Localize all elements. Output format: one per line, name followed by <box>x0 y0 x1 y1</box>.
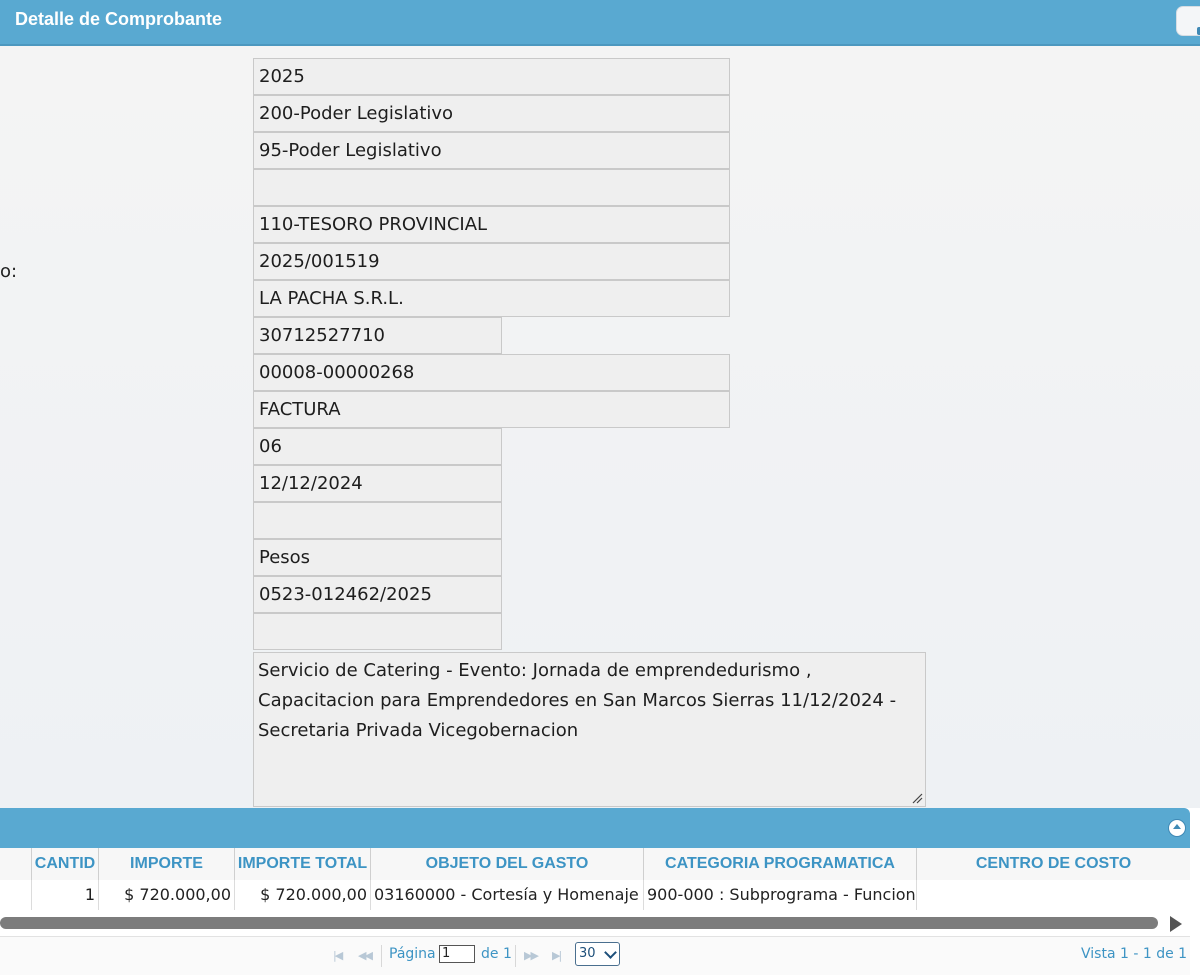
cell-objeto-gasto: 03160000 - Cortesía y Homenaje <box>371 880 644 910</box>
field-comprobante-nro[interactable]: 00008-00000268 <box>253 354 730 391</box>
page-label: Página <box>389 946 436 962</box>
cell-importe: $ 720.000,00 <box>99 880 235 910</box>
description-line-2: Capacitacion para Emprendedores en San M… <box>258 690 897 711</box>
column-header-objeto-gasto[interactable]: OBJETO DEL GASTO <box>371 848 644 880</box>
cell-categoria: 900-000 : Subprograma - Funciona <box>644 880 917 910</box>
field-codigo[interactable]: 06 <box>253 428 502 465</box>
window-control-button[interactable] <box>1176 6 1200 36</box>
description-line-1: Servicio de Catering - Evento: Jornada d… <box>258 660 812 681</box>
horizontal-scrollbar[interactable] <box>0 910 1190 936</box>
description-textarea[interactable]: Servicio de Catering - Evento: Jornada d… <box>253 652 926 807</box>
column-header-importe-total[interactable]: IMPORTE TOTAL <box>235 848 371 880</box>
column-header-importe[interactable]: IMPORTE <box>99 848 235 880</box>
view-records-text: Vista 1 - 1 de 1 <box>1081 946 1188 962</box>
field-label-partial: o: <box>0 261 18 282</box>
field-ejercicio[interactable]: 2025 <box>253 58 730 95</box>
field-empty-3[interactable] <box>253 613 502 650</box>
column-header-categoria[interactable]: CATEGORIA PROGRAMATICA <box>644 848 917 880</box>
field-servicio[interactable]: 95-Poder Legislativo <box>253 132 730 169</box>
description-line-3: Secretaria Privada Vicegobernacion <box>258 720 579 741</box>
cell-centro-costo <box>917 880 1190 910</box>
table-row[interactable]: 1 $ 720.000,00 $ 720.000,00 03160000 - C… <box>0 880 1190 911</box>
window-title: Detalle de Comprobante <box>15 9 223 29</box>
chevron-down-icon <box>604 946 617 959</box>
field-cuit[interactable]: 30712527710 <box>253 317 502 354</box>
field-tesoro[interactable]: 110-TESORO PROVINCIAL <box>253 206 730 243</box>
cell-cantidad: 1 <box>32 880 99 910</box>
scrollbar-thumb[interactable] <box>0 917 1158 929</box>
grid-caption-bar <box>0 808 1190 848</box>
last-page-icon[interactable]: ▶| <box>552 949 562 962</box>
column-header-centro-costo[interactable]: CENTRO DE COSTO <box>917 848 1190 880</box>
window-titlebar: Detalle de Comprobante <box>0 0 1200 46</box>
column-header-blank[interactable] <box>0 848 32 880</box>
first-page-icon[interactable]: |◀ <box>333 949 343 962</box>
field-expediente[interactable]: 0523-012462/2025 <box>253 576 502 613</box>
rows-per-page-select[interactable]: 30 <box>575 942 620 966</box>
rows-per-page-value: 30 <box>579 946 596 961</box>
column-header-cantidad[interactable]: CANTID <box>32 848 99 880</box>
cell-blank <box>0 880 32 910</box>
field-proveedor[interactable]: LA PACHA S.R.L. <box>253 280 730 317</box>
pager-divider <box>381 945 382 967</box>
field-tipo-comprobante[interactable]: FACTURA <box>253 391 730 428</box>
field-jurisdiccion[interactable]: 200-Poder Legislativo <box>253 95 730 132</box>
cell-importe-total: $ 720.000,00 <box>235 880 371 910</box>
page-count-label: de 1 <box>481 946 512 962</box>
grid-column-headers: CANTID IMPORTE IMPORTE TOTAL OBJETO DEL … <box>0 848 1190 881</box>
collapse-grid-icon[interactable] <box>1168 819 1186 837</box>
resize-grip-icon[interactable] <box>911 792 923 804</box>
page-number-input[interactable]: 1 <box>439 945 475 963</box>
field-moneda[interactable]: Pesos <box>253 539 502 576</box>
field-empty-1[interactable] <box>253 169 730 206</box>
field-fecha[interactable]: 12/12/2024 <box>253 465 502 502</box>
scroll-right-icon[interactable] <box>1170 916 1182 932</box>
field-empty-2[interactable] <box>253 502 502 539</box>
pager-divider <box>515 945 516 967</box>
grid-pager: |◀ ◀◀ Página 1 de 1 ▶▶ ▶| 30 Vista 1 - 1… <box>0 936 1190 975</box>
prev-page-icon[interactable]: ◀◀ <box>358 949 373 962</box>
next-page-icon[interactable]: ▶▶ <box>524 949 539 962</box>
field-numero[interactable]: 2025/001519 <box>253 243 730 280</box>
